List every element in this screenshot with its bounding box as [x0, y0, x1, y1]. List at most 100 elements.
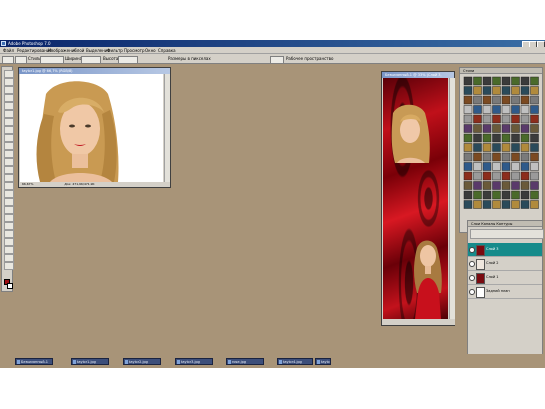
menu-view[interactable]: Просмотр: [124, 47, 145, 54]
path-selection-tool-icon[interactable]: [4, 182, 14, 190]
taskbar-doc[interactable]: taylor3.jpg: [175, 358, 213, 365]
jump-to-imageready-icon[interactable]: [4, 262, 14, 270]
style-swatch[interactable]: [530, 133, 539, 143]
eraser-tool-icon[interactable]: [4, 150, 14, 158]
style-swatch[interactable]: [530, 114, 539, 124]
doc1-vertical-scrollbar[interactable]: [164, 74, 170, 182]
style-swatch[interactable]: [511, 105, 520, 114]
style-swatch[interactable]: [520, 133, 530, 143]
shape-tool-icon[interactable]: [4, 206, 14, 214]
style-swatch[interactable]: [482, 133, 492, 143]
style-swatch[interactable]: [482, 162, 492, 171]
style-swatch[interactable]: [520, 200, 530, 209]
style-swatch[interactable]: [530, 152, 539, 162]
doc1-zoom[interactable]: 66,67%: [22, 182, 33, 186]
style-swatch[interactable]: [463, 190, 473, 200]
rectangular-marquee-tool-icon[interactable]: [4, 70, 14, 78]
style-swatch[interactable]: [473, 95, 482, 105]
eye-icon[interactable]: [469, 261, 475, 267]
background-color-swatch[interactable]: [7, 283, 13, 289]
styles-panel-tab[interactable]: Стили: [460, 68, 542, 74]
style-swatch[interactable]: [492, 162, 501, 171]
style-swatch[interactable]: [482, 86, 492, 95]
screen-mode-icon[interactable]: [4, 254, 14, 262]
healing-brush-tool-icon[interactable]: [4, 118, 14, 126]
gradient-tool-icon[interactable]: [4, 158, 14, 166]
style-swatch[interactable]: [501, 171, 511, 181]
style-swatch[interactable]: [520, 181, 530, 190]
style-swatch[interactable]: [520, 152, 530, 162]
style-swatch[interactable]: [473, 200, 482, 209]
style-swatch[interactable]: [520, 171, 530, 181]
style-swatch[interactable]: [463, 200, 473, 209]
blur-tool-icon[interactable]: [4, 166, 14, 174]
style-swatch[interactable]: [463, 152, 473, 162]
blend-mode-select[interactable]: [470, 229, 544, 239]
style-swatch[interactable]: [520, 86, 530, 95]
style-swatch[interactable]: [482, 143, 492, 152]
style-swatch[interactable]: [501, 95, 511, 105]
style-swatch[interactable]: [511, 181, 520, 190]
selection-mode-button[interactable]: [15, 56, 27, 64]
menu-image[interactable]: Изображение: [48, 47, 77, 54]
style-swatch[interactable]: [511, 162, 520, 171]
slice-tool-icon[interactable]: [4, 110, 14, 118]
style-swatch[interactable]: [473, 152, 482, 162]
style-swatch[interactable]: [501, 181, 511, 190]
style-swatch[interactable]: [492, 76, 501, 86]
style-swatch-grid[interactable]: [463, 76, 541, 216]
style-swatch[interactable]: [473, 105, 482, 114]
style-swatch[interactable]: [482, 76, 492, 86]
style-swatch[interactable]: [530, 105, 539, 114]
magic-wand-tool-icon[interactable]: [4, 94, 14, 102]
style-swatch[interactable]: [482, 190, 492, 200]
style-swatch[interactable]: [530, 200, 539, 209]
taskbar-doc[interactable]: rose.jpg: [226, 358, 264, 365]
style-swatch[interactable]: [473, 181, 482, 190]
menu-layer[interactable]: Слой: [74, 47, 84, 54]
style-swatch[interactable]: [482, 200, 492, 209]
style-swatch[interactable]: [492, 200, 501, 209]
style-swatch[interactable]: [492, 133, 501, 143]
crop-tool-icon[interactable]: [4, 102, 14, 110]
style-swatch[interactable]: [473, 86, 482, 95]
style-swatch[interactable]: [501, 76, 511, 86]
menu-file[interactable]: Файл: [3, 47, 14, 54]
style-swatch[interactable]: [463, 181, 473, 190]
style-swatch[interactable]: [482, 152, 492, 162]
style-swatch[interactable]: [520, 105, 530, 114]
style-swatch[interactable]: [463, 171, 473, 181]
style-swatch[interactable]: [473, 190, 482, 200]
style-swatch[interactable]: [492, 190, 501, 200]
style-swatch[interactable]: [473, 133, 482, 143]
eyedropper-tool-icon[interactable]: [4, 222, 14, 230]
style-swatch[interactable]: [520, 143, 530, 152]
style-swatch[interactable]: [530, 124, 539, 133]
style-swatch[interactable]: [492, 124, 501, 133]
taskbar-doc[interactable]: taylor4.jpg: [277, 358, 313, 365]
style-swatch[interactable]: [482, 181, 492, 190]
style-swatch[interactable]: [530, 86, 539, 95]
eye-icon[interactable]: [469, 289, 475, 295]
style-swatch[interactable]: [463, 162, 473, 171]
dodge-tool-icon[interactable]: [4, 174, 14, 182]
menu-edit[interactable]: Редактирование: [17, 47, 52, 54]
style-swatch[interactable]: [482, 95, 492, 105]
style-swatch[interactable]: [492, 86, 501, 95]
taskbar-doc[interactable]: taylor2.jpg: [123, 358, 161, 365]
style-swatch[interactable]: [501, 114, 511, 124]
style-swatch[interactable]: [463, 105, 473, 114]
style-swatch[interactable]: [511, 171, 520, 181]
style-swatch[interactable]: [463, 124, 473, 133]
style-swatch[interactable]: [520, 124, 530, 133]
style-swatch[interactable]: [463, 114, 473, 124]
eye-icon[interactable]: [469, 275, 475, 281]
style-swatch[interactable]: [473, 171, 482, 181]
style-swatch[interactable]: [492, 152, 501, 162]
height-input[interactable]: [118, 56, 138, 64]
doc1-canvas[interactable]: [20, 74, 163, 182]
style-swatch[interactable]: [463, 95, 473, 105]
style-swatch[interactable]: [473, 76, 482, 86]
notes-tool-icon[interactable]: [4, 214, 14, 222]
zoom-tool-icon[interactable]: [4, 238, 14, 246]
